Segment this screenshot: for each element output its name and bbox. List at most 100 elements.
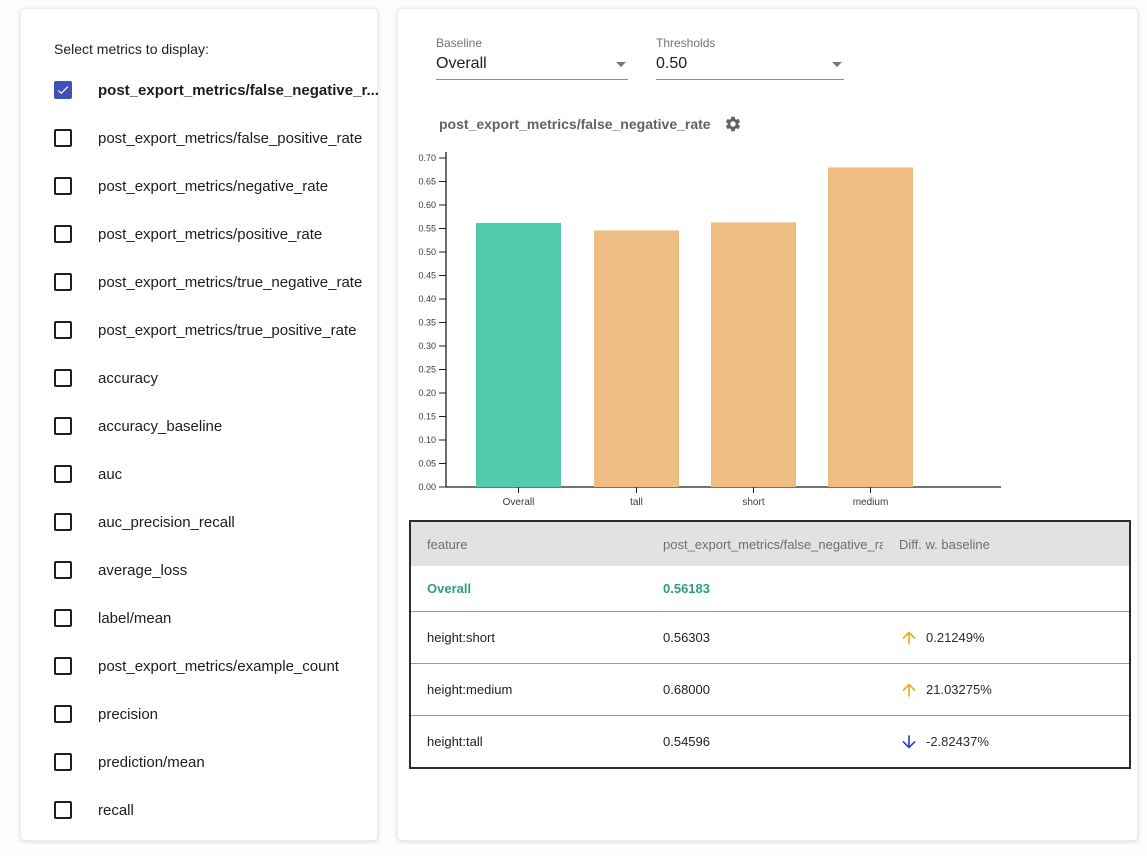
- bar-medium[interactable]: [828, 167, 913, 487]
- x-axis-category-label: medium: [853, 497, 889, 508]
- metric-label: accuracy: [98, 370, 158, 387]
- metric-checkbox-item[interactable]: prediction/mean: [21, 738, 377, 786]
- metric-checkbox-item[interactable]: post_export_metrics/true_positive_rate: [21, 306, 377, 354]
- bar-chart: 0.000.050.100.150.200.250.300.350.400.45…: [416, 146, 1026, 523]
- bar-tall[interactable]: [594, 230, 679, 487]
- arrow-up-icon: [899, 680, 919, 700]
- metric-label: average_loss: [98, 562, 187, 579]
- col-header-feature: feature: [411, 537, 647, 552]
- y-axis-tick-label: 0.25: [418, 365, 436, 375]
- metric-label: auc: [98, 466, 122, 483]
- diff-cell: 0.21249%: [883, 628, 1129, 648]
- metrics-table: feature post_export_metrics/false_negati…: [409, 520, 1131, 769]
- diff-value: 0.21249%: [926, 630, 985, 645]
- y-axis-tick-label: 0.10: [418, 435, 436, 445]
- metric-checkbox-item[interactable]: accuracy_baseline: [21, 402, 377, 450]
- feature-cell: height:medium: [411, 682, 647, 697]
- baseline-select[interactable]: Baseline Overall: [436, 36, 628, 80]
- metric-checkbox-item[interactable]: recall: [21, 786, 377, 834]
- y-axis-tick-label: 0.05: [418, 459, 436, 469]
- metric-checkbox-item[interactable]: precision: [21, 690, 377, 738]
- y-axis-tick-label: 0.30: [418, 341, 436, 351]
- diff-value: -2.82437%: [926, 734, 989, 749]
- table-row-height:medium: height:medium0.68000 21.03275%: [411, 663, 1129, 715]
- metric-picker-title: Select metrics to display:: [54, 41, 209, 57]
- y-axis-tick-label: 0.60: [418, 200, 436, 210]
- metric-label: label/mean: [98, 610, 171, 627]
- metric-value-cell: 0.54596: [647, 734, 883, 749]
- checkbox-unchecked-icon[interactable]: [54, 609, 72, 627]
- metric-label: post_export_metrics/true_positive_rate: [98, 322, 356, 339]
- checkbox-unchecked-icon[interactable]: [54, 321, 72, 339]
- metric-checkbox-item[interactable]: label/mean: [21, 594, 377, 642]
- dropdown-arrow-icon: [616, 62, 626, 67]
- y-axis-tick-label: 0.15: [418, 412, 436, 422]
- settings-gear-icon[interactable]: [724, 115, 742, 133]
- bar-short[interactable]: [711, 222, 796, 487]
- metric-label: precision: [98, 706, 158, 723]
- checkbox-unchecked-icon[interactable]: [54, 369, 72, 387]
- metric-checkbox-item[interactable]: post_export_metrics/example_count: [21, 642, 377, 690]
- y-axis-tick-label: 0.55: [418, 224, 436, 234]
- checkbox-unchecked-icon[interactable]: [54, 129, 72, 147]
- metric-checkbox-item[interactable]: post_export_metrics/false_positive_rate: [21, 114, 377, 162]
- feature-cell: height:short: [411, 630, 647, 645]
- checkbox-unchecked-icon[interactable]: [54, 513, 72, 531]
- thresholds-select[interactable]: Thresholds 0.50: [656, 36, 844, 80]
- col-header-diff: Diff. w. baseline: [883, 537, 1129, 552]
- table-row-height:short: height:short0.56303 0.21249%: [411, 611, 1129, 663]
- checkbox-unchecked-icon[interactable]: [54, 657, 72, 675]
- baseline-value: Overall: [436, 55, 487, 73]
- y-axis-tick-label: 0.70: [418, 153, 436, 163]
- x-axis-category-label: short: [742, 497, 764, 508]
- y-axis-tick-label: 0.40: [418, 294, 436, 304]
- checkbox-unchecked-icon[interactable]: [54, 753, 72, 771]
- y-axis-tick-label: 0.45: [418, 271, 436, 281]
- checkbox-unchecked-icon[interactable]: [54, 225, 72, 243]
- metric-value-cell: 0.56303: [647, 630, 883, 645]
- checkbox-unchecked-icon[interactable]: [54, 417, 72, 435]
- metric-label: post_export_metrics/false_positive_rate: [98, 130, 362, 147]
- metric-checkbox-item[interactable]: auc: [21, 450, 377, 498]
- metric-value-cell: 0.56183: [647, 581, 883, 596]
- metric-checkbox-item[interactable]: post_export_metrics/positive_rate: [21, 210, 377, 258]
- y-axis-tick-label: 0.65: [418, 177, 436, 187]
- metric-display-panel: Baseline Overall Thresholds 0.50 post_ex…: [397, 8, 1138, 841]
- y-axis-tick-label: 0.20: [418, 388, 436, 398]
- checkbox-unchecked-icon[interactable]: [54, 465, 72, 483]
- checkbox-checked-icon[interactable]: [54, 81, 72, 99]
- thresholds-value: 0.50: [656, 55, 687, 73]
- dropdown-arrow-icon: [832, 62, 842, 67]
- checkbox-unchecked-icon[interactable]: [54, 705, 72, 723]
- metric-label: recall: [98, 802, 134, 819]
- checkbox-unchecked-icon[interactable]: [54, 801, 72, 819]
- checkbox-unchecked-icon[interactable]: [54, 561, 72, 579]
- arrow-down-icon: [899, 732, 919, 752]
- feature-cell: Overall: [411, 581, 647, 596]
- metric-checkbox-item[interactable]: post_export_metrics/negative_rate: [21, 162, 377, 210]
- metrics-list: post_export_metrics/false_negative_r...p…: [21, 66, 377, 834]
- metric-value-cell: 0.68000: [647, 682, 883, 697]
- diff-cell: 21.03275%: [883, 680, 1129, 700]
- metric-checkbox-item[interactable]: average_loss: [21, 546, 377, 594]
- metric-picker-panel: Select metrics to display: post_export_m…: [20, 8, 378, 841]
- metric-checkbox-item[interactable]: accuracy: [21, 354, 377, 402]
- feature-cell: height:tall: [411, 734, 647, 749]
- table-row-Overall: Overall0.56183: [411, 566, 1129, 611]
- checkbox-unchecked-icon[interactable]: [54, 177, 72, 195]
- metric-label: auc_precision_recall: [98, 514, 235, 531]
- diff-value: 21.03275%: [926, 682, 992, 697]
- arrow-up-icon: [899, 628, 919, 648]
- metric-checkbox-item[interactable]: post_export_metrics/false_negative_r...: [21, 66, 377, 114]
- metric-label: post_export_metrics/negative_rate: [98, 178, 328, 195]
- metric-label: post_export_metrics/positive_rate: [98, 226, 322, 243]
- y-axis-tick-label: 0.00: [418, 482, 436, 492]
- table-row-height:tall: height:tall0.54596 -2.82437%: [411, 715, 1129, 767]
- metric-checkbox-item[interactable]: auc_precision_recall: [21, 498, 377, 546]
- metric-label: post_export_metrics/true_negative_rate: [98, 274, 362, 291]
- checkbox-unchecked-icon[interactable]: [54, 273, 72, 291]
- col-header-metric: post_export_metrics/false_negative_rat..…: [647, 537, 883, 552]
- metric-checkbox-item[interactable]: post_export_metrics/true_negative_rate: [21, 258, 377, 306]
- bar-Overall[interactable]: [476, 223, 561, 487]
- chart-title: post_export_metrics/false_negative_rate: [439, 116, 711, 132]
